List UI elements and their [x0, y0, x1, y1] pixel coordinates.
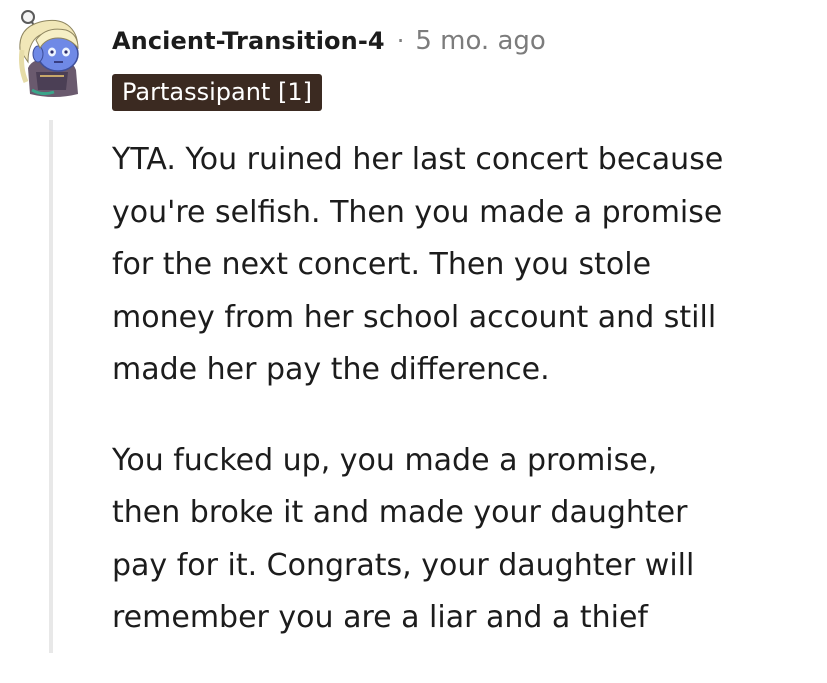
text-line: pay for it. Congrats, your daughter will — [112, 547, 695, 583]
meta-separator: · — [396, 27, 405, 55]
text-line: then broke it and made your daughter — [112, 495, 688, 530]
user-avatar[interactable] — [14, 10, 94, 100]
comment-meta: Ancient-Transition-4 · 5 mo. ago — [112, 24, 546, 58]
thread-collapse-line[interactable] — [49, 120, 53, 653]
text-line: you're selfish. Then you made a promise — [112, 194, 723, 230]
text-line: remember you are a liar and a thief — [112, 600, 648, 635]
comment: Ancient-Transition-4 · 5 mo. ago Partass… — [0, 0, 827, 653]
comment-paragraph: You fucked up, you made a promise, then … — [112, 435, 812, 645]
comment-timestamp[interactable]: 5 mo. ago — [415, 26, 545, 56]
text-line: made her pay the difference. — [112, 352, 550, 387]
comment-body: YTA. You ruined her last concert because… — [112, 134, 812, 683]
comment-paragraph: YTA. You ruined her last concert because… — [112, 134, 812, 397]
snoo-avatar-icon — [19, 10, 79, 97]
author-name[interactable]: Ancient-Transition-4 — [112, 27, 385, 55]
text-line: money from her school account and still — [112, 299, 717, 335]
user-flair-badge: Partassipant [1] — [112, 74, 322, 111]
text-line: You fucked up, you made a promise, — [112, 442, 658, 478]
text-line: for the next concert. Then you stole — [112, 247, 652, 282]
text-line: YTA. You ruined her last concert because — [112, 142, 724, 177]
